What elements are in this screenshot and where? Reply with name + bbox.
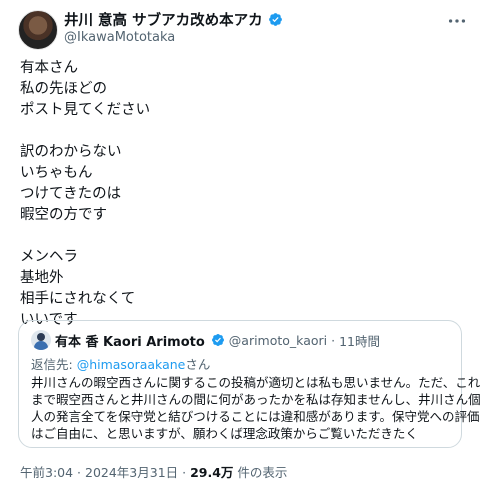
reply-suffix: さん [185,357,211,372]
post-line: つけてきたのは [20,186,122,202]
post-line: 基地外 [20,270,64,286]
quoted-line: はご自由に、と思いますが、願わくば理念政策からご覧いただきたく [31,426,418,441]
quoted-post[interactable]: 有本 香 Kaori Arimoto @arimoto_kaori · 11時間… [18,320,480,448]
view-count: 29.4万 [190,465,234,480]
post-line: ポスト見てください [20,102,151,118]
post-line: メンヘラ [20,249,78,265]
quoted-author-avatar [31,330,51,350]
author-name[interactable]: 井川 意高 サブアカ改め本アカ [64,9,263,30]
view-count-label: 件の表示 [233,465,288,480]
quoted-line: 人の発言全てを保守党と結びつけることには違和感があります。保守党への評価 [31,409,480,424]
quoted-separator: · [331,332,336,348]
quoted-post-header: 有本 香 Kaori Arimoto @arimoto_kaori · 11時間 [31,330,380,350]
reply-to-link[interactable]: @himasoraakane [77,357,186,372]
quoted-line: まで暇空西さんと井川さんの間に何があったかを私は存知ませんし、井川さん個 [31,392,480,407]
post-line: 相手にされなくて [20,291,136,307]
post-line: いちゃもん [20,165,93,181]
quoted-line: 井川さんの暇空西さんに関するこの投稿が適切とは私も思いません。ただ、これ [31,375,480,390]
quoted-time: 11時間 [339,333,381,349]
quoted-post-text: 井川さんの暇空西さんに関するこの投稿が適切とは私も思いません。ただ、これ まで暇… [31,374,480,442]
quoted-author-handle: @arimoto_kaori [228,332,328,348]
post-text: 有本さん 私の先ほどの ポスト見てください 訳のわからない いちゃもん つけてき… [20,58,460,331]
post-line: 私の先ほどの [20,81,107,97]
verified-badge-icon [211,334,224,346]
verified-badge-icon [268,12,282,26]
post-header: 井川 意高 サブアカ改め本アカ @IkawaMototaka [64,9,440,45]
author-name-row: 井川 意高 サブアカ改め本アカ [64,9,440,29]
author-avatar[interactable] [18,10,58,50]
quoted-author-name: 有本 香 Kaori Arimoto [55,334,205,350]
author-handle[interactable]: @IkawaMototaka [64,30,440,45]
reply-to: 返信先: @himasoraakaneさん [31,354,210,373]
post-meta: 午前3:04 · 2024年3月31日 · 29.4万 件の表示 [20,462,287,481]
more-options-icon[interactable] [446,10,468,32]
post-line: 暇空の方です [20,207,107,223]
reply-prefix: 返信先: [31,357,73,372]
post-line: 有本さん [20,60,78,76]
post-line: 訳のわからない [20,144,122,160]
post-datetime[interactable]: 午前3:04 · 2024年3月31日 · [20,465,190,480]
